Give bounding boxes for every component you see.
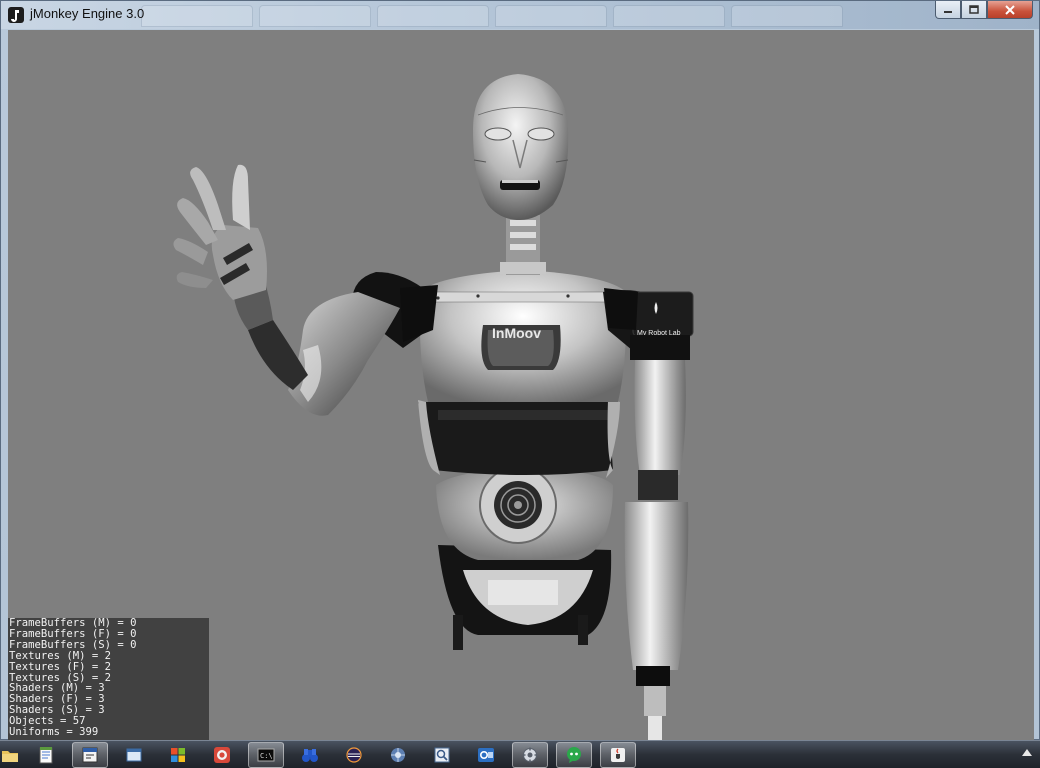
svg-text:C:\: C:\ (260, 752, 273, 760)
window-icon (126, 748, 142, 761)
robot-waist (418, 400, 620, 478)
robot-base (438, 545, 612, 650)
taskbar-item-network[interactable] (380, 742, 416, 768)
show-hidden-icons-arrow-icon[interactable] (1022, 749, 1032, 756)
chrome-icon (214, 746, 230, 763)
window-controls (935, 1, 1033, 19)
stat-line: Textures (M) = 2 (9, 649, 112, 662)
taskbar-item-eclipse[interactable] (336, 742, 372, 768)
stat-line: Uniforms = 399 (9, 726, 99, 739)
folder-icon (2, 750, 18, 762)
robot-right-arm (173, 164, 428, 416)
outlook-icon (478, 747, 494, 762)
chest-logo: InMoov (492, 325, 541, 341)
close-button[interactable] (987, 1, 1033, 19)
ghost-tab (377, 5, 489, 27)
taskbar-item-binoculars[interactable] (292, 742, 328, 768)
binoculars-icon (302, 748, 318, 762)
java-icon (611, 747, 625, 762)
taskbar-item-search-window[interactable] (424, 742, 460, 768)
notepad-icon (39, 746, 53, 763)
ghost-tab (259, 5, 371, 27)
robot-head (473, 74, 569, 220)
taskbar: C:\ (0, 740, 1040, 768)
robot-hand (173, 164, 267, 300)
close-icon (1005, 4, 1015, 15)
robot-chest: InMoov (419, 270, 627, 402)
3d-viewport[interactable]: InMoov My Robot Lab FrameBuffers (M) = 0… (8, 30, 1034, 740)
ghost-tab (141, 5, 253, 27)
taskbar-item-editor[interactable] (72, 741, 108, 768)
taskbar-item-outlook[interactable] (468, 742, 504, 768)
chat-icon (567, 746, 581, 763)
taskbar-item-java[interactable] (600, 741, 636, 768)
taskbar-item-folder[interactable] (0, 742, 20, 768)
taskbar-item-settings[interactable] (512, 741, 548, 768)
title-bar[interactable]: jMonkey Engine 3.0 (1, 1, 1039, 29)
ghost-tab (495, 5, 607, 27)
maximize-icon (969, 5, 979, 14)
taskbar-item-terminal[interactable]: C:\ (248, 741, 284, 768)
robot-belly (436, 466, 613, 560)
taskbar-item-windows[interactable] (160, 742, 196, 768)
jmonkey-window: jMonkey Engine 3.0 InMoov My Robot Lab F… (0, 0, 1040, 740)
windows-flag-icon (171, 747, 185, 762)
render-stats-overlay: FrameBuffers (M) = 0 FrameBuffers (F) = … (8, 618, 209, 740)
search-window-icon (434, 747, 450, 762)
terminal-icon: C:\ (257, 748, 275, 761)
settings-icon (522, 747, 538, 762)
network-icon (391, 747, 405, 762)
taskbar-item-chrome[interactable] (204, 742, 240, 768)
taskbar-item-notepad[interactable] (28, 742, 64, 768)
minimize-button[interactable] (935, 1, 961, 19)
maximize-button[interactable] (961, 1, 987, 19)
ghost-tab (613, 5, 725, 27)
window-title: jMonkey Engine 3.0 (30, 6, 145, 21)
jmonkey-app-icon[interactable] (7, 6, 25, 24)
minimize-icon (944, 10, 952, 13)
ghost-tab (731, 5, 843, 27)
background-browser-tabs (141, 5, 843, 27)
stat-line: Textures (F) = 2 (9, 660, 112, 673)
taskbar-item-window[interactable] (116, 742, 152, 768)
editor-icon (82, 747, 98, 762)
eclipse-icon (346, 746, 362, 763)
robot-neck (500, 215, 546, 275)
taskbar-item-chat[interactable] (556, 741, 592, 768)
